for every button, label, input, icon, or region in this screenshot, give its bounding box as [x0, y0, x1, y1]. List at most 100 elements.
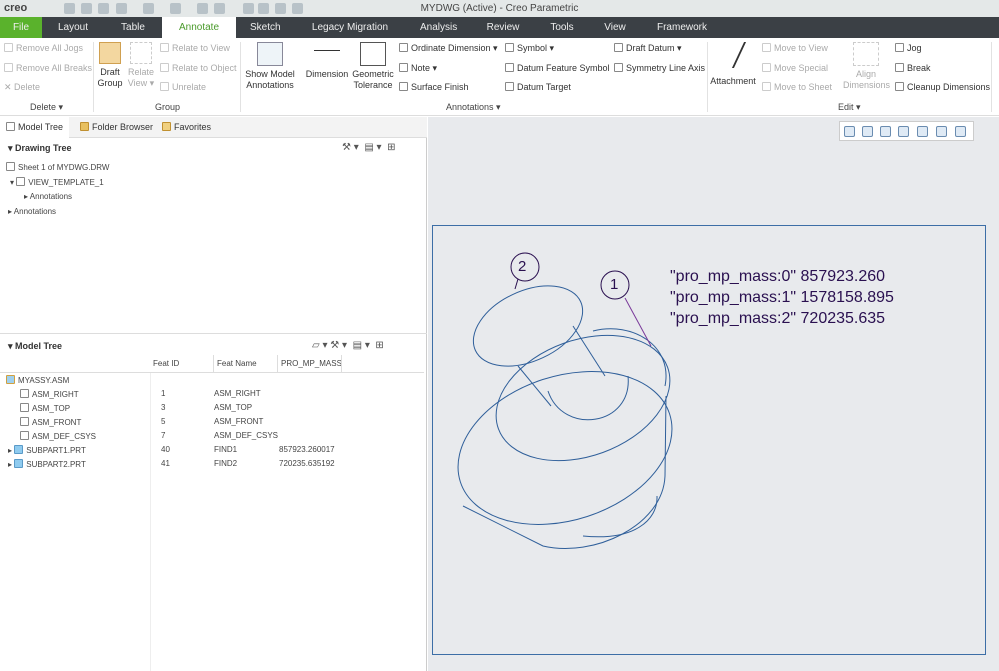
tree-item-sheet[interactable]: Sheet 1 of MYDWG.DRW [6, 162, 109, 172]
edit-group-label[interactable]: Edit ▾ [838, 102, 861, 113]
delete-group-label[interactable]: Delete ▾ [30, 102, 63, 113]
drawing-sheet[interactable]: 2 1 "pro_mp_mass:0" 857923.260 "pro_mp_m… [432, 225, 986, 655]
attachment-button[interactable]: Attachment [710, 42, 756, 87]
tab-legacy-migration[interactable]: Legacy Migration [294, 17, 406, 38]
relate-view-button[interactable]: Relate View ▾ [126, 42, 156, 89]
balloon-2[interactable]: 2 [518, 258, 526, 275]
drawing-tree-header[interactable]: ▾ Drawing Tree [8, 143, 72, 154]
relate-to-object-button[interactable]: Relate to Object [160, 63, 237, 73]
model-tree-tools[interactable]: ▱ ▾ ⚒ ▾ ▤ ▾ ⊞ [312, 340, 384, 351]
delete-button[interactable]: ✕ Delete [4, 82, 40, 93]
zoom-in-icon[interactable] [862, 126, 873, 137]
row-feat-name: FIND1 [214, 445, 238, 454]
repaint-icon[interactable] [898, 126, 909, 137]
break-button[interactable]: Break [895, 63, 931, 73]
row-feat-id: 1 [161, 389, 166, 398]
relate-to-view-button[interactable]: Relate to View [160, 43, 230, 53]
datum-feature-symbol-button[interactable]: Datum Feature Symbol [505, 63, 610, 73]
tab-annotate[interactable]: Annotate [162, 17, 236, 38]
display-style-icon[interactable] [917, 126, 928, 137]
tab-table[interactable]: Table [104, 17, 162, 38]
surface-finish-button[interactable]: Surface Finish [399, 82, 469, 92]
column-header-pro-mp-mass[interactable]: PRO_MP_MASS [278, 355, 342, 373]
note-param-1[interactable]: "pro_mp_mass:1" 1578158.895 [670, 289, 894, 307]
row-name: SUBPART2.PRT [26, 460, 86, 469]
symbol-button[interactable]: Symbol ▾ [505, 43, 554, 54]
graphics-area[interactable]: 2 1 "pro_mp_mass:0" 857923.260 "pro_mp_m… [428, 117, 999, 671]
jog-button[interactable]: Jog [895, 43, 922, 53]
row-feat-id: 3 [161, 403, 166, 412]
tab-model-tree[interactable]: Model Tree [0, 117, 70, 138]
column-header-feat-id[interactable]: Feat ID [150, 355, 214, 373]
x-icon: ✕ [4, 82, 15, 92]
tree-item-annotations[interactable]: ▸ Annotations [24, 192, 72, 201]
tab-sketch[interactable]: Sketch [236, 17, 294, 38]
tree-item-view[interactable]: ▾ VIEW_TEMPLATE_1 [10, 177, 104, 187]
row-feat-name: FIND2 [214, 459, 238, 468]
row-name: ASM_TOP [32, 404, 71, 413]
cleanup-dimensions-button[interactable]: Cleanup Dimensions [895, 82, 990, 92]
dimension-button[interactable]: Dimension [304, 42, 350, 80]
refit-icon[interactable] [844, 126, 855, 137]
ordinate-dimension-button[interactable]: Ordinate Dimension ▾ [399, 43, 498, 54]
row-name: ASM_DEF_CSYS [32, 432, 97, 441]
row-feat-name: ASM_RIGHT [214, 389, 261, 398]
part-icon [14, 459, 24, 468]
divider [0, 333, 427, 334]
symmetry-line-axis-button[interactable]: Symmetry Line Axis [614, 63, 705, 73]
group-group-label: Group [155, 102, 181, 112]
row-feat-id: 7 [161, 431, 166, 440]
move-special-button[interactable]: Move Special [762, 63, 828, 73]
remove-all-breaks-button[interactable]: Remove All Breaks [4, 63, 92, 73]
annotations-group-label[interactable]: Annotations ▾ [446, 102, 501, 113]
row-name: SUBPART1.PRT [26, 446, 86, 455]
tree-item-annotations[interactable]: ▸ Annotations [8, 207, 56, 216]
tab-folder-browser[interactable]: Folder Browser [74, 117, 159, 138]
note-param-0[interactable]: "pro_mp_mass:0" 857923.260 [670, 268, 885, 286]
show-model-annotations-button[interactable]: Show Model Annotations [243, 42, 297, 91]
note-param-2[interactable]: "pro_mp_mass:2" 720235.635 [670, 310, 885, 328]
drawing-tree-tools[interactable]: ⚒ ▾ ▤ ▾ ⊞ [342, 142, 396, 153]
unrelate-button[interactable]: Unrelate [160, 82, 206, 92]
tab-favorites[interactable]: Favorites [156, 117, 217, 138]
datum-plane-icon [20, 403, 29, 412]
move-to-view-button[interactable]: Move to View [762, 43, 828, 53]
balloon-1[interactable]: 1 [610, 276, 618, 293]
draft-datum-button[interactable]: Draft Datum ▾ [614, 43, 682, 54]
row-name: ASM_FRONT [32, 418, 82, 427]
row-feat-id: 40 [161, 445, 170, 454]
geometric-tolerance-button[interactable]: Geometric Tolerance [350, 42, 396, 91]
tab-analysis[interactable]: Analysis [406, 17, 470, 38]
model-tree-header[interactable]: ▾ Model Tree [8, 341, 62, 352]
row-feat-name: ASM_DEF_CSYS [214, 431, 279, 440]
datum-plane-icon [20, 389, 29, 398]
tab-layout[interactable]: Layout [42, 17, 104, 38]
row-name: ASM_RIGHT [32, 390, 79, 399]
title-bar: creo MYDWG (Active) - Creo Parametric [0, 0, 999, 17]
align-dimensions-button[interactable]: Align Dimensions [843, 42, 890, 91]
remove-all-jogs-button[interactable]: Remove All Jogs [4, 43, 83, 53]
draft-group-button[interactable]: Draft Group [95, 42, 125, 89]
ribbon: Remove All Jogs Remove All Breaks ✕ Dele… [0, 38, 999, 116]
zoom-out-icon[interactable] [880, 126, 891, 137]
move-to-sheet-button[interactable]: Move to Sheet [762, 82, 832, 92]
tab-file[interactable]: File [0, 17, 42, 38]
annotation-display-icon[interactable] [955, 126, 966, 137]
row-feat-name: ASM_TOP [214, 403, 253, 412]
datum-target-button[interactable]: Datum Target [505, 82, 571, 92]
column-header-feat-name[interactable]: Feat Name [214, 355, 278, 373]
note-button[interactable]: Note ▾ [399, 63, 437, 74]
tab-tools[interactable]: Tools [536, 17, 588, 38]
tree-root[interactable]: MYASSY.ASM [6, 375, 69, 385]
row-mass: 720235.635192 [279, 459, 335, 468]
row-feat-id: 41 [161, 459, 170, 468]
datum-plane-icon [20, 431, 29, 440]
tab-framework[interactable]: Framework [642, 17, 722, 38]
navigator-tabs: Model Tree Folder Browser Favorites [0, 117, 427, 138]
part-icon [14, 445, 24, 454]
tab-review[interactable]: Review [470, 17, 536, 38]
graphics-toolbar [839, 121, 974, 141]
row-feat-name: ASM_FRONT [214, 417, 264, 426]
datum-display-icon[interactable] [936, 126, 947, 137]
tab-view[interactable]: View [588, 17, 642, 38]
